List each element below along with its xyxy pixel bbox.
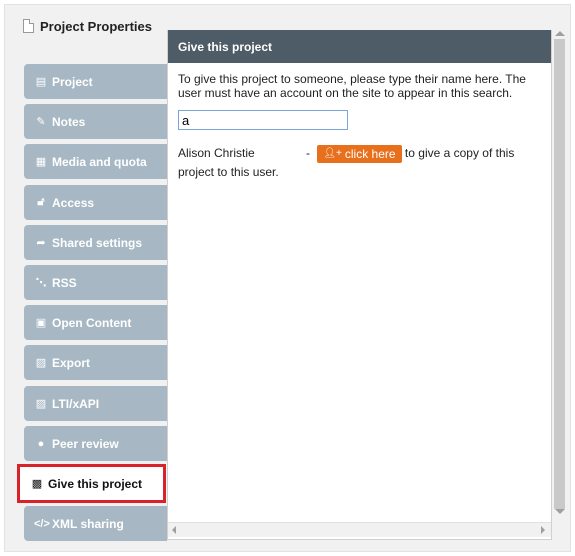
sidebar-item-label: Access [52,195,95,210]
sidebar-item-notes[interactable]: ✎ Notes [24,104,167,139]
sidebar-item-media-and-quota[interactable]: ▦ Media and quota [24,144,167,179]
sidebar-item-label: Open Content [52,315,132,330]
sidebar-item-shared-settings[interactable]: ➦ Shared settings [24,225,167,260]
edit-icon: ✎ [36,116,46,128]
give-copy-button[interactable]: 👤︎+ click here [317,144,402,163]
user-plus-icon: 👤︎+ [323,147,342,159]
sidebar-item-label: Give this project [48,476,143,491]
sidebar-item-give-this-project[interactable]: ▩ Give this project [17,464,166,503]
sidebar-item-label: RSS [52,275,77,290]
scroll-down-icon[interactable] [555,509,565,514]
instructions-text: To give this project to someone, please … [178,72,526,100]
sidebar-item-lti-xapi[interactable]: ▨ LTI/xAPI [24,386,167,421]
search-result: Alison Christie - 👤︎+ click here to give … [178,144,538,181]
scroll-left-icon[interactable] [172,526,176,534]
film-icon: ▦ [35,156,47,168]
vertical-scrollbar[interactable] [552,30,568,540]
window-title: Project Properties [23,17,152,35]
sidebar-item-export[interactable]: ▨ Export [24,345,167,380]
user-search-input[interactable] [178,110,348,130]
code-icon: </> [34,517,50,530]
file-icon: ▤ [35,76,47,88]
panel-header: Give this project [168,30,551,63]
sidebar-item-label: XML sharing [52,516,124,531]
sidebar-item-project[interactable]: ▤ Project [24,64,167,99]
comments-icon: ● [37,437,45,450]
scroll-right-icon[interactable] [541,526,545,534]
give-copy-button-label: click here [344,146,396,161]
scrollbar-thumb[interactable] [554,39,565,509]
unlock-icon: 🔓︎ [37,196,45,208]
save-icon: ▨ [35,357,47,369]
result-dash: - [306,146,310,160]
sidebar-item-label: Notes [52,114,86,129]
sidebar-item-label: Shared settings [52,235,143,250]
gift-icon: ▩ [31,478,43,490]
window-title-text: Project Properties [40,18,152,34]
sidebar-item-label: Export [52,355,91,370]
sidebar-item-label: Peer review [52,436,119,451]
sidebar-item-access[interactable]: 🔓︎ Access [24,185,167,220]
document-icon [23,19,34,33]
horizontal-scrollbar[interactable] [168,522,551,537]
sidebar-item-open-content[interactable]: ▣ Open Content [24,305,167,340]
share-icon: ➦ [36,237,46,249]
result-user-name: Alison Christie [178,146,255,160]
sidebar-item-peer-review[interactable]: ● Peer review [24,426,167,461]
rss-icon: ⋱ [35,277,47,289]
sidebar-item-label: LTI/xAPI [52,396,100,411]
sidebar-item-label: Project [52,74,93,89]
sidebar-item-xml-sharing[interactable]: </> XML sharing [24,506,167,541]
cc-icon: ▣ [35,317,47,329]
give-project-panel: Give this project To give this project t… [167,30,552,540]
sidebar-item-label: Media and quota [52,154,147,169]
scroll-up-icon[interactable] [555,31,565,36]
sidebar-item-rss[interactable]: ⋱ RSS [24,265,167,300]
save-icon: ▨ [35,398,47,410]
